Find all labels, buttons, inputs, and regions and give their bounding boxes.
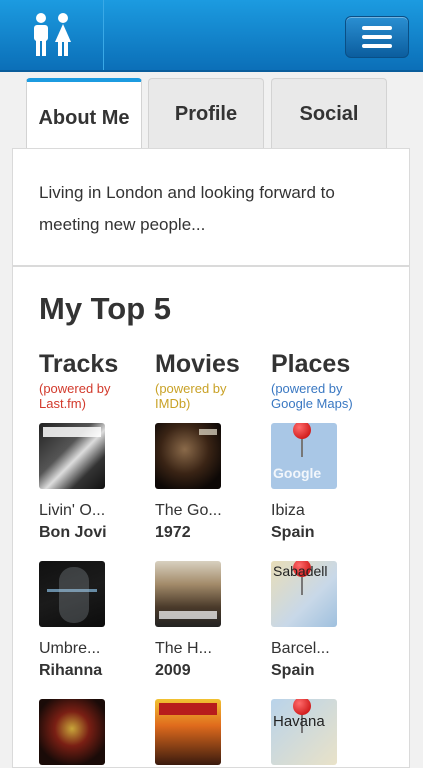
movie-poster[interactable] xyxy=(155,423,221,489)
map-thumbnail[interactable]: Google xyxy=(271,423,337,489)
column-title: Places xyxy=(271,350,351,378)
list-item[interactable]: The Go... 1972 xyxy=(155,423,265,545)
item-sub: Bon Jovi xyxy=(39,524,107,541)
item-sub: Spain xyxy=(271,662,315,679)
map-label: Google xyxy=(273,465,322,481)
map-label: Sabadell xyxy=(273,563,328,579)
map-thumbnail[interactable]: Havana xyxy=(271,699,337,765)
top5-panel: My Top 5 Tracks (powered by Last.fm) Liv… xyxy=(12,266,410,768)
about-text: Living in London and looking forward to … xyxy=(39,183,335,234)
item-sub: 2009 xyxy=(155,662,191,679)
movie-poster[interactable] xyxy=(155,699,221,765)
item-title: Livin' O... xyxy=(39,502,106,519)
tab-profile[interactable]: Profile xyxy=(148,78,264,149)
list-item[interactable]: Livin' O... Bon Jovi xyxy=(39,423,149,545)
top5-heading: My Top 5 xyxy=(39,291,172,326)
tab-about-me[interactable]: About Me xyxy=(26,78,142,154)
item-title: The Go... xyxy=(155,502,222,519)
movies-column: Movies (powered by IMDb) The Go... 1972 … xyxy=(155,349,265,765)
column-title: Movies xyxy=(155,350,240,378)
hamburger-icon xyxy=(362,26,392,30)
list-item[interactable] xyxy=(155,699,265,765)
item-title: Umbre... xyxy=(39,640,101,657)
map-label: Havana xyxy=(273,713,325,730)
column-title: Tracks xyxy=(39,350,119,378)
map-pin-icon xyxy=(293,423,311,439)
list-item[interactable] xyxy=(39,699,149,765)
tab-social[interactable]: Social xyxy=(271,78,387,149)
item-sub: Rihanna xyxy=(39,662,103,679)
item-sub: 1972 xyxy=(155,524,191,541)
map-thumbnail[interactable]: Sabadell xyxy=(271,561,337,627)
album-cover[interactable] xyxy=(39,561,105,627)
powered-by-label: (powered by IMDb) xyxy=(155,381,227,411)
tracks-column: Tracks (powered by Last.fm) Livin' O... … xyxy=(39,349,149,765)
item-sub: Spain xyxy=(271,524,315,541)
about-panel: Living in London and looking forward to … xyxy=(12,148,410,266)
album-cover[interactable] xyxy=(39,423,105,489)
item-title: Ibiza xyxy=(271,502,305,519)
app-logo[interactable] xyxy=(0,0,104,70)
item-title: The H... xyxy=(155,640,212,657)
profile-tabs: About Me Profile Social xyxy=(26,78,396,154)
list-item[interactable]: Havana xyxy=(271,699,381,765)
top-bar xyxy=(0,0,423,72)
powered-by-label: (powered by Last.fm) xyxy=(39,381,111,411)
list-item[interactable]: Umbre... Rihanna xyxy=(39,561,149,683)
menu-button[interactable] xyxy=(345,16,409,58)
item-title: Barcel... xyxy=(271,640,330,657)
powered-by-label: (powered by Google Maps) xyxy=(271,381,353,411)
list-item[interactable]: Sabadell Barcel... Spain xyxy=(271,561,381,683)
album-cover[interactable] xyxy=(39,699,105,765)
movie-poster[interactable] xyxy=(155,561,221,627)
places-column: Places (powered by Google Maps) Google I… xyxy=(271,349,381,765)
couple-icon xyxy=(33,13,71,56)
list-item[interactable]: The H... 2009 xyxy=(155,561,265,683)
list-item[interactable]: Google Ibiza Spain xyxy=(271,423,381,545)
